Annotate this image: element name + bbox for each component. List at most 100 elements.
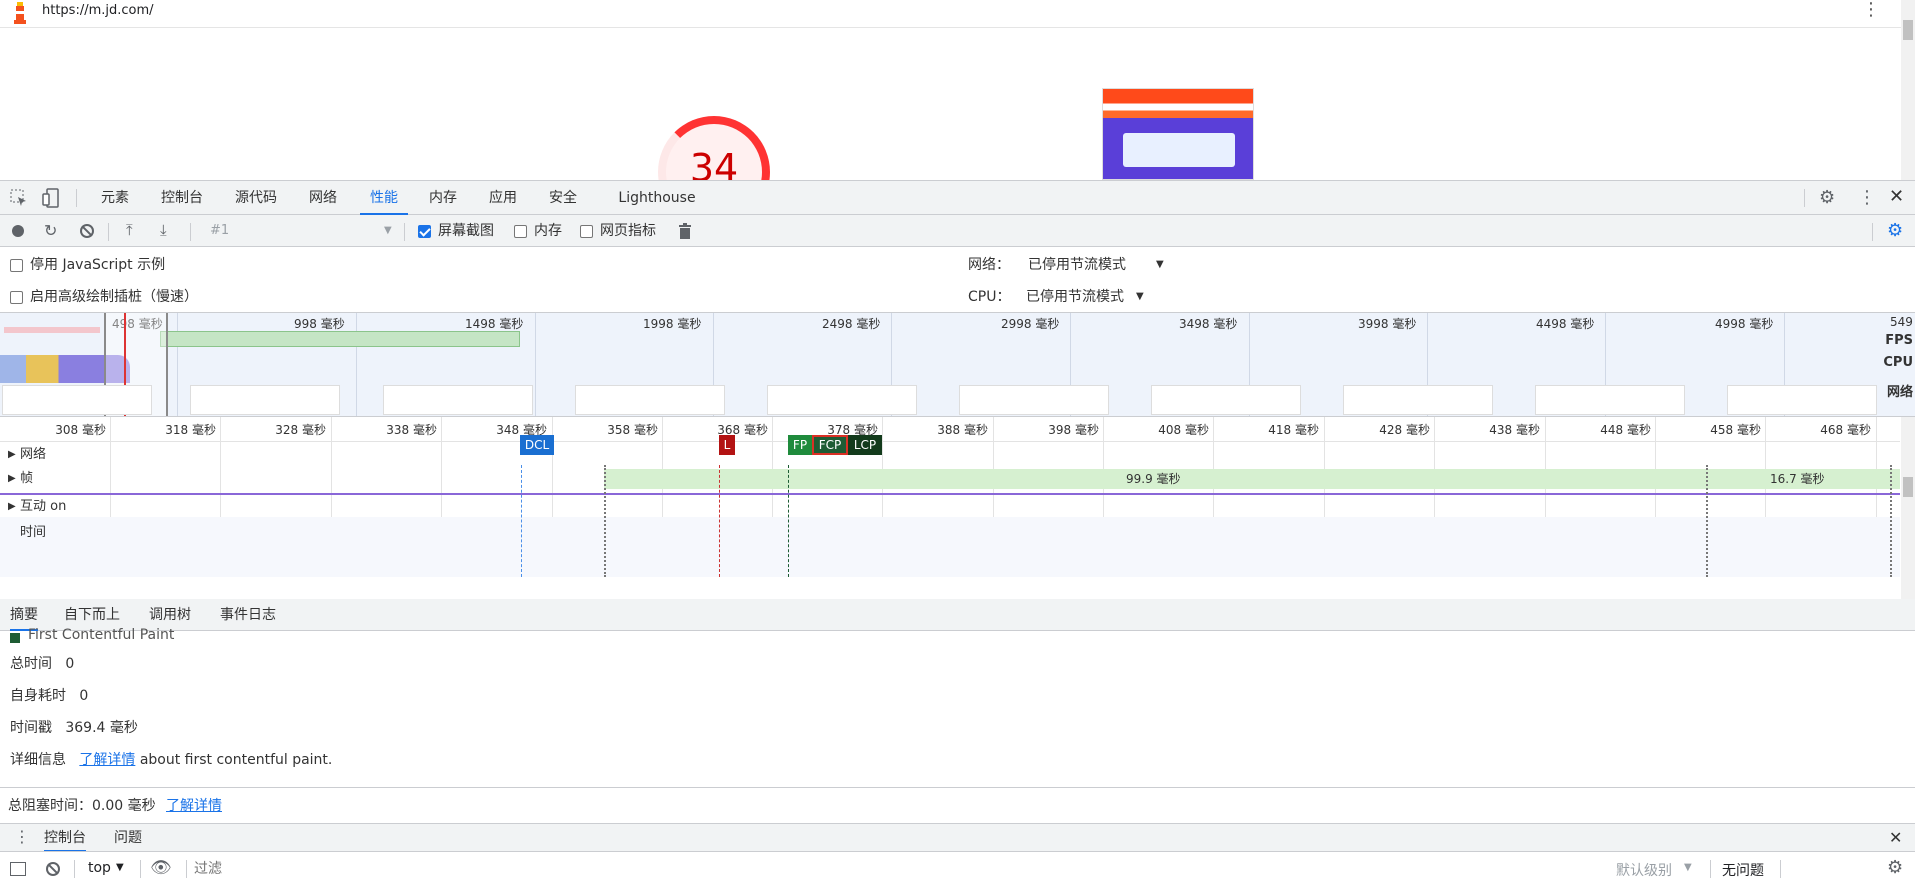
filmstrip-frame[interactable] [767, 385, 917, 415]
timeline-tick: 388 毫秒 [937, 423, 988, 437]
blocking-learn-more-link[interactable]: 了解详情 [166, 795, 222, 815]
advanced-paint-label: 启用高级绘制插桩（慢速） [30, 289, 198, 305]
chevron-down-icon[interactable]: ▼ [1156, 247, 1164, 283]
drawer-tab-issues[interactable]: 问题 [114, 824, 142, 852]
console-settings-gear-icon[interactable]: ⚙ [1887, 857, 1903, 878]
upload-icon[interactable]: ⤒ [126, 221, 133, 239]
tab-performance[interactable]: 性能 [360, 181, 408, 215]
filmstrip-frame[interactable] [1535, 385, 1685, 415]
timeline-tick: 448 毫秒 [1600, 423, 1651, 437]
timeline-tick: 398 毫秒 [1048, 423, 1099, 437]
filmstrip-frame[interactable] [1727, 385, 1877, 415]
filmstrip-frame[interactable] [1343, 385, 1493, 415]
timings-track[interactable]: 时间 [0, 523, 1900, 543]
more-options-icon[interactable]: ⋮ [1862, 0, 1880, 20]
tab-security[interactable]: 安全 [540, 181, 586, 215]
filmstrip-frame[interactable] [2, 385, 152, 415]
self-time-label: 自身耗时 [10, 688, 66, 704]
learn-more-link[interactable]: 了解详情 [79, 752, 135, 768]
tab-sources[interactable]: 源代码 [226, 181, 286, 215]
clear-console-icon[interactable] [46, 862, 60, 876]
download-icon[interactable]: ⤓ [160, 221, 167, 239]
memory-label: 内存 [534, 223, 562, 239]
sidebar-toggle-icon[interactable] [10, 862, 26, 876]
expand-arrow-icon[interactable]: ▶ [8, 497, 16, 517]
timeline-tick: 318 毫秒 [165, 423, 216, 437]
advanced-paint-checkbox[interactable] [10, 291, 23, 304]
context-select[interactable]: top [88, 860, 111, 876]
filmstrip-frame[interactable] [959, 385, 1109, 415]
filmstrip-frame[interactable] [1151, 385, 1301, 415]
blocking-time-label: 总阻塞时间：0.00 毫秒 [8, 798, 156, 814]
close-drawer-icon[interactable]: ✕ [1889, 828, 1902, 847]
screenshots-checkbox[interactable] [418, 225, 431, 238]
cpu-throttle-select[interactable]: 已停用节流模式 [1026, 279, 1124, 315]
device-toolbar-icon[interactable] [42, 188, 60, 212]
timestamp-value: 369.4 毫秒 [65, 720, 138, 736]
timeline-tick: 338 毫秒 [386, 423, 437, 437]
console-filter-input[interactable] [194, 858, 1594, 880]
record-icon[interactable] [12, 225, 24, 237]
chevron-down-icon[interactable]: ▼ [384, 215, 392, 247]
recording-select[interactable]: #1 [210, 215, 229, 247]
marker-load[interactable]: L [719, 435, 735, 455]
timeline-tick: 458 毫秒 [1710, 423, 1761, 437]
network-track[interactable]: ▶ 网络 [0, 445, 1900, 465]
tab-application[interactable]: 应用 [480, 181, 526, 215]
screenshots-label: 屏幕截图 [438, 223, 494, 239]
filmstrip-frame[interactable] [383, 385, 533, 415]
reload-record-icon[interactable]: ↻ [44, 221, 57, 240]
marker-lcp[interactable]: LCP [848, 435, 882, 455]
net-label: 网络 [1886, 385, 1913, 400]
drawer-tab-console[interactable]: 控制台 [44, 824, 86, 852]
interactions-track[interactable]: ▶ 互动 on [0, 497, 1900, 517]
chevron-down-icon[interactable]: ▼ [116, 862, 124, 873]
tab-lighthouse[interactable]: Lighthouse [612, 181, 702, 215]
timeline-tick: 428 毫秒 [1379, 423, 1430, 437]
overview-tick: 2498 毫秒 [822, 317, 881, 331]
flame-chart[interactable]: 308 毫秒 318 毫秒 328 毫秒 338 毫秒 348 毫秒 358 毫… [0, 417, 1915, 577]
more-options-icon[interactable]: ⋮ [1858, 187, 1876, 208]
frames-track[interactable]: ▶ 帧 99.9 毫秒 16.7 毫秒 [0, 469, 1900, 489]
settings-gear-icon[interactable]: ⚙ [1819, 189, 1835, 207]
devtools-tabbar: 元素 控制台 源代码 网络 性能 内存 应用 安全 Lighthouse ⚙ ⋮… [0, 181, 1915, 215]
inspect-element-icon[interactable] [10, 189, 28, 211]
tab-event-log[interactable]: 事件日志 [220, 599, 276, 631]
interaction-line [0, 493, 1900, 495]
capture-settings-gear-icon[interactable]: ⚙ [1887, 220, 1903, 241]
filmstrip-frame[interactable] [575, 385, 725, 415]
tab-console[interactable]: 控制台 [152, 181, 212, 215]
filmstrip-frame[interactable] [190, 385, 340, 415]
tab-memory[interactable]: 内存 [420, 181, 466, 215]
webvitals-checkbox[interactable] [580, 225, 593, 238]
marker-dcl[interactable]: DCL [520, 435, 554, 455]
marker-fcp[interactable]: FCP [812, 435, 848, 455]
trash-icon[interactable] [678, 223, 692, 243]
network-throttle-select[interactable]: 已停用节流模式 [1028, 247, 1126, 283]
overview-tick: 4498 毫秒 [1536, 317, 1595, 331]
chevron-down-icon[interactable]: ▼ [1136, 279, 1144, 315]
eye-icon[interactable]: 👁 [150, 858, 172, 878]
close-icon[interactable]: ✕ [1889, 186, 1904, 207]
marker-fp[interactable]: FP [788, 435, 812, 455]
self-time-value: 0 [79, 688, 89, 704]
clear-icon[interactable] [80, 224, 94, 238]
log-levels-select[interactable]: 默认级别 [1616, 860, 1672, 880]
timeline-tick: 308 毫秒 [55, 423, 106, 437]
frame-duration: 16.7 毫秒 [1770, 472, 1825, 486]
memory-checkbox[interactable] [514, 225, 527, 238]
timeline-overview[interactable]: 498 毫秒 998 毫秒 1498 毫秒 1998 毫秒 2498 毫秒 29… [0, 313, 1915, 417]
performance-score: 34 [689, 146, 739, 180]
issues-counter[interactable]: 无问题 [1722, 860, 1764, 880]
drawer-menu-icon[interactable]: ⋮ [14, 827, 30, 846]
page-url: https://m.jd.com/ [42, 3, 154, 18]
timeline-tick: 358 毫秒 [607, 423, 658, 437]
disable-js-checkbox[interactable] [10, 259, 23, 272]
tab-elements[interactable]: 元素 [90, 181, 140, 215]
tab-network[interactable]: 网络 [298, 181, 348, 215]
page-scrollbar[interactable] [1901, 0, 1915, 180]
expand-arrow-icon[interactable]: ▶ [8, 445, 16, 465]
total-time-label: 总时间 [10, 656, 52, 672]
chevron-down-icon[interactable]: ▼ [1684, 862, 1692, 873]
expand-arrow-icon[interactable]: ▶ [8, 469, 16, 489]
